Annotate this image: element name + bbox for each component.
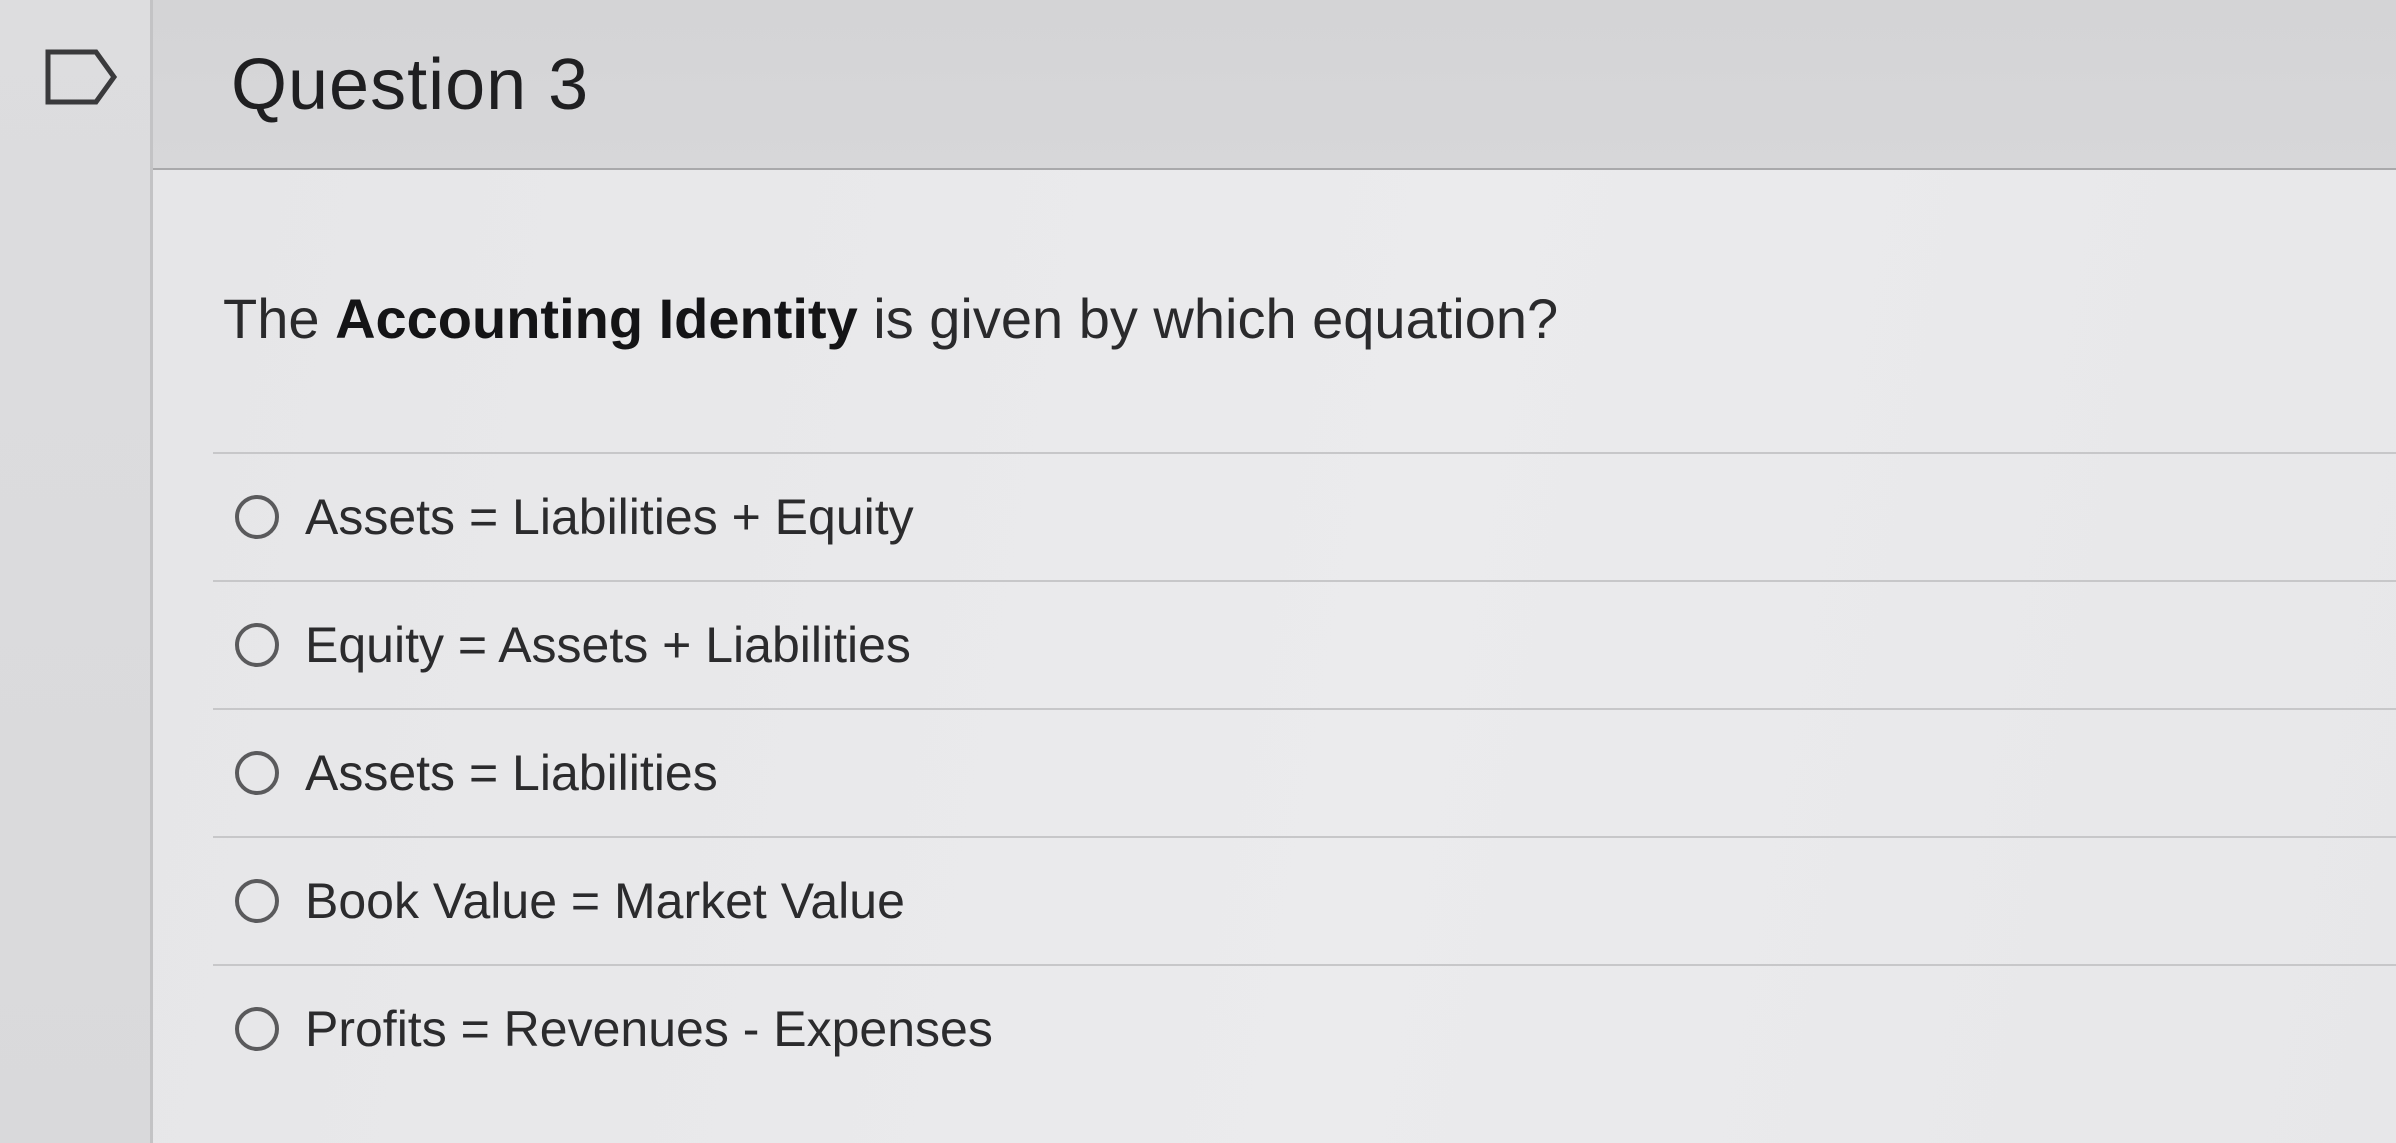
answer-option-label: Assets = Liabilities + Equity: [305, 489, 914, 545]
question-title: Question 3: [231, 45, 590, 125]
answer-options: Assets = Liabilities + Equity Equity = A…: [213, 452, 2396, 1092]
question-panel: Question 3 The Accounting Identity is gi…: [150, 0, 2396, 1143]
question-prompt: The Accounting Identity is given by whic…: [223, 286, 1558, 351]
radio-unselected-icon[interactable]: [235, 879, 279, 923]
answer-option[interactable]: Assets = Liabilities: [213, 708, 2396, 836]
radio-unselected-icon[interactable]: [235, 1007, 279, 1051]
radio-unselected-icon[interactable]: [235, 751, 279, 795]
prompt-text-start: The: [223, 287, 336, 350]
radio-unselected-icon[interactable]: [235, 495, 279, 539]
answer-option[interactable]: Book Value = Market Value: [213, 836, 2396, 964]
flag-question-icon[interactable]: [44, 48, 118, 106]
answer-option-label: Profits = Revenues - Expenses: [305, 1001, 993, 1057]
answer-option[interactable]: Profits = Revenues - Expenses: [213, 964, 2396, 1092]
prompt-bold-term: Accounting Identity: [335, 287, 858, 350]
answer-option-label: Assets = Liabilities: [305, 745, 718, 801]
answer-option-label: Book Value = Market Value: [305, 873, 905, 929]
answer-option[interactable]: Equity = Assets + Liabilities: [213, 580, 2396, 708]
answer-option-label: Equity = Assets + Liabilities: [305, 617, 911, 673]
quiz-page: Question 3 The Accounting Identity is gi…: [0, 0, 2396, 1143]
radio-unselected-icon[interactable]: [235, 623, 279, 667]
prompt-text-end: is given by which equation?: [857, 287, 1559, 350]
question-header: Question 3: [153, 0, 2396, 170]
question-body: The Accounting Identity is given by whic…: [153, 170, 2396, 1143]
answer-option[interactable]: Assets = Liabilities + Equity: [213, 452, 2396, 580]
left-gutter: [0, 0, 150, 1143]
